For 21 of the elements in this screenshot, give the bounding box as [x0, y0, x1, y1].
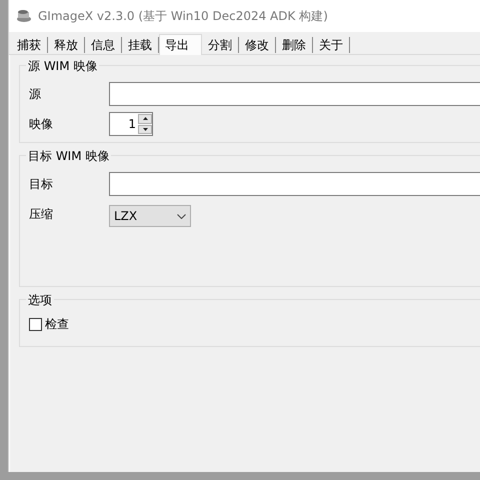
spinner-field[interactable]: 1 [109, 112, 153, 136]
field-label: 源 [29, 86, 42, 102]
spin-down-button[interactable] [138, 124, 152, 134]
field-label: 目标 [29, 176, 54, 192]
field-label: 映像 [29, 116, 54, 132]
input-field[interactable] [109, 82, 480, 106]
tab[interactable]: 导出 [159, 34, 202, 55]
down-arrow-icon [142, 128, 148, 131]
field-label: 压缩 [29, 206, 54, 222]
chevron-down-icon [177, 214, 186, 218]
spin-up-button[interactable] [138, 114, 152, 124]
window-title: GImageX v2.3.0 (基于 Win10 Dec2024 ADK 构建) [38, 8, 328, 24]
group-title: 目标 WIM 映像 [26, 148, 112, 165]
checkbox[interactable] [29, 318, 42, 330]
input-field[interactable] [109, 172, 480, 196]
group-title: 源 WIM 映像 [26, 58, 100, 75]
group-title: 选项 [26, 292, 54, 309]
up-arrow-icon [142, 117, 148, 120]
checkbox-label: 检查 [45, 316, 69, 332]
app-icon [16, 9, 32, 23]
compression-dropdown[interactable]: LZX [109, 205, 191, 227]
